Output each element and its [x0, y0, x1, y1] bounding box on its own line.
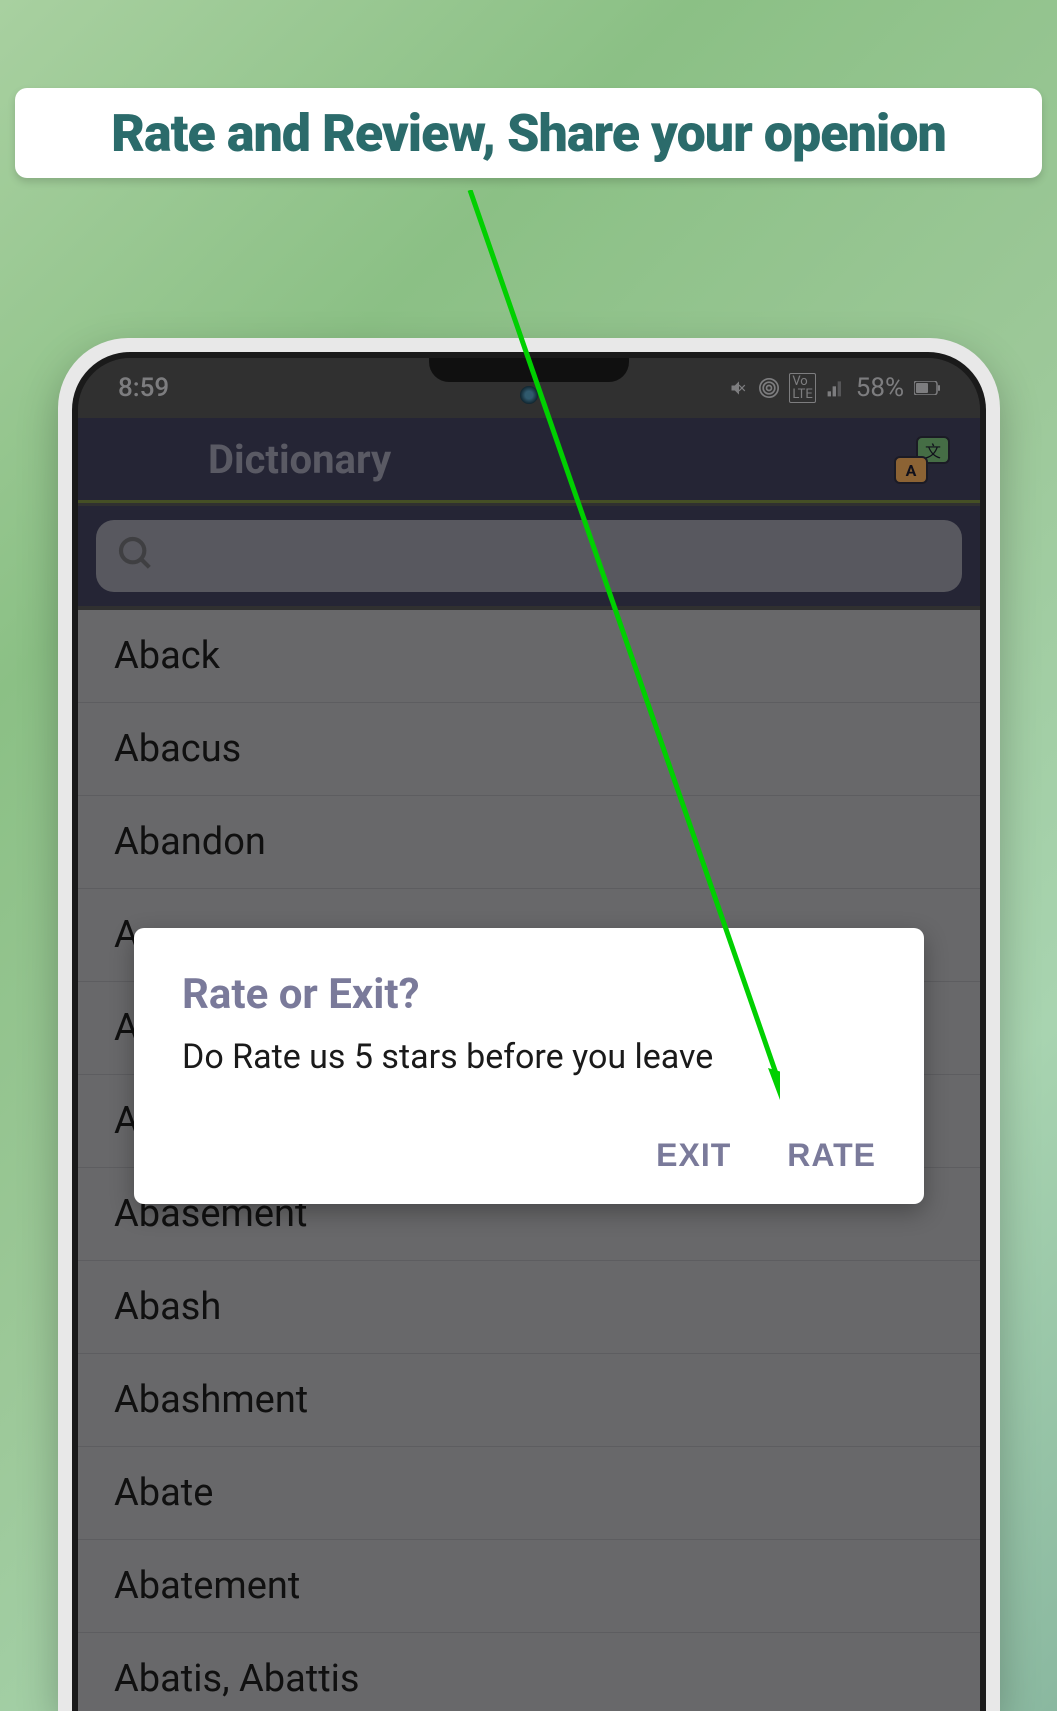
dialog-buttons: EXIT RATE — [182, 1137, 876, 1174]
rate-dialog: Rate or Exit? Do Rate us 5 stars before … — [134, 928, 924, 1204]
promo-banner-title: Rate and Review, Share your openion — [111, 103, 946, 164]
rate-button[interactable]: RATE — [787, 1137, 876, 1174]
dialog-title: Rate or Exit? — [182, 970, 876, 1019]
exit-button[interactable]: EXIT — [656, 1137, 731, 1174]
promo-banner: Rate and Review, Share your openion — [15, 88, 1042, 178]
phone-frame: 8:59 VoLTE 58% — [58, 338, 1000, 1711]
dialog-message: Do Rate us 5 stars before you leave — [182, 1037, 876, 1077]
